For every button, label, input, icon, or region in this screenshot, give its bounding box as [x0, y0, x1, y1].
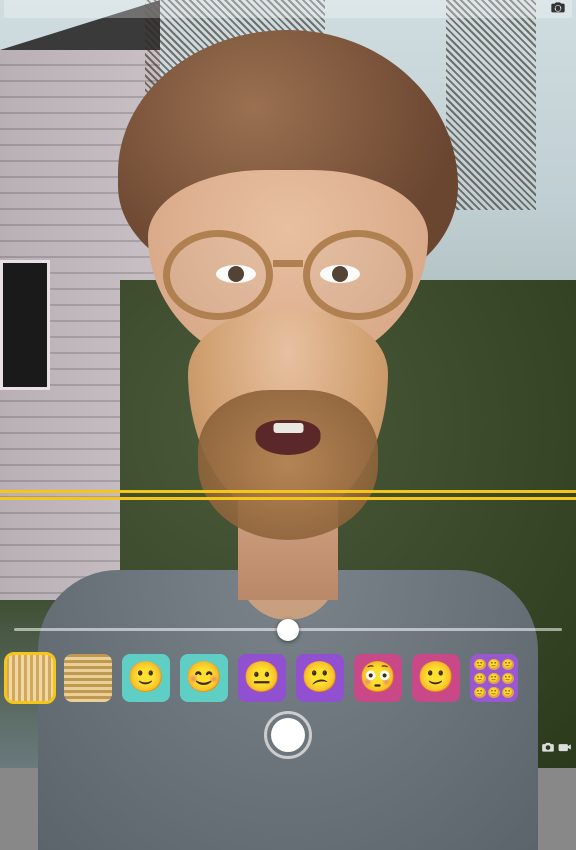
effect-tile-face-5[interactable]: 😳 — [354, 654, 402, 702]
camera-viewport: 🙂 😊 😐 😕 😳 🙂 🙂🙂🙂🙂🙂🙂🙂🙂🙂 — [0, 0, 576, 768]
effect-tile-face-1[interactable]: 🙂 — [122, 654, 170, 702]
capture-mode-toggle[interactable] — [541, 740, 572, 758]
shutter-inner — [271, 718, 305, 752]
effect-tile-face-3[interactable]: 😐 — [238, 654, 286, 702]
top-toolbar — [4, 0, 572, 18]
background-window — [0, 260, 50, 390]
shutter-bar — [0, 708, 576, 762]
effect-tile-grid[interactable]: 🙂🙂🙂🙂🙂🙂🙂🙂🙂 — [470, 654, 518, 702]
effect-tile-stretch-horizontal[interactable] — [64, 654, 112, 702]
effect-guide-line — [0, 490, 576, 493]
effect-tile-face-2[interactable]: 😊 — [180, 654, 228, 702]
effect-tile-stretch-vertical[interactable] — [6, 654, 54, 702]
effect-tile-face-4[interactable]: 😕 — [296, 654, 344, 702]
effect-tile-face-6[interactable]: 🙂 — [412, 654, 460, 702]
intensity-slider[interactable] — [14, 628, 562, 631]
effect-picker: 🙂 😊 😐 😕 😳 🙂 🙂🙂🙂🙂🙂🙂🙂🙂🙂 — [6, 650, 570, 706]
shutter-button[interactable] — [264, 711, 312, 759]
effect-guide-line — [0, 497, 576, 500]
video-mode-icon[interactable] — [558, 740, 572, 758]
flip-camera-icon[interactable] — [550, 0, 566, 18]
slider-handle[interactable] — [277, 619, 299, 641]
photo-mode-icon[interactable] — [541, 740, 555, 758]
